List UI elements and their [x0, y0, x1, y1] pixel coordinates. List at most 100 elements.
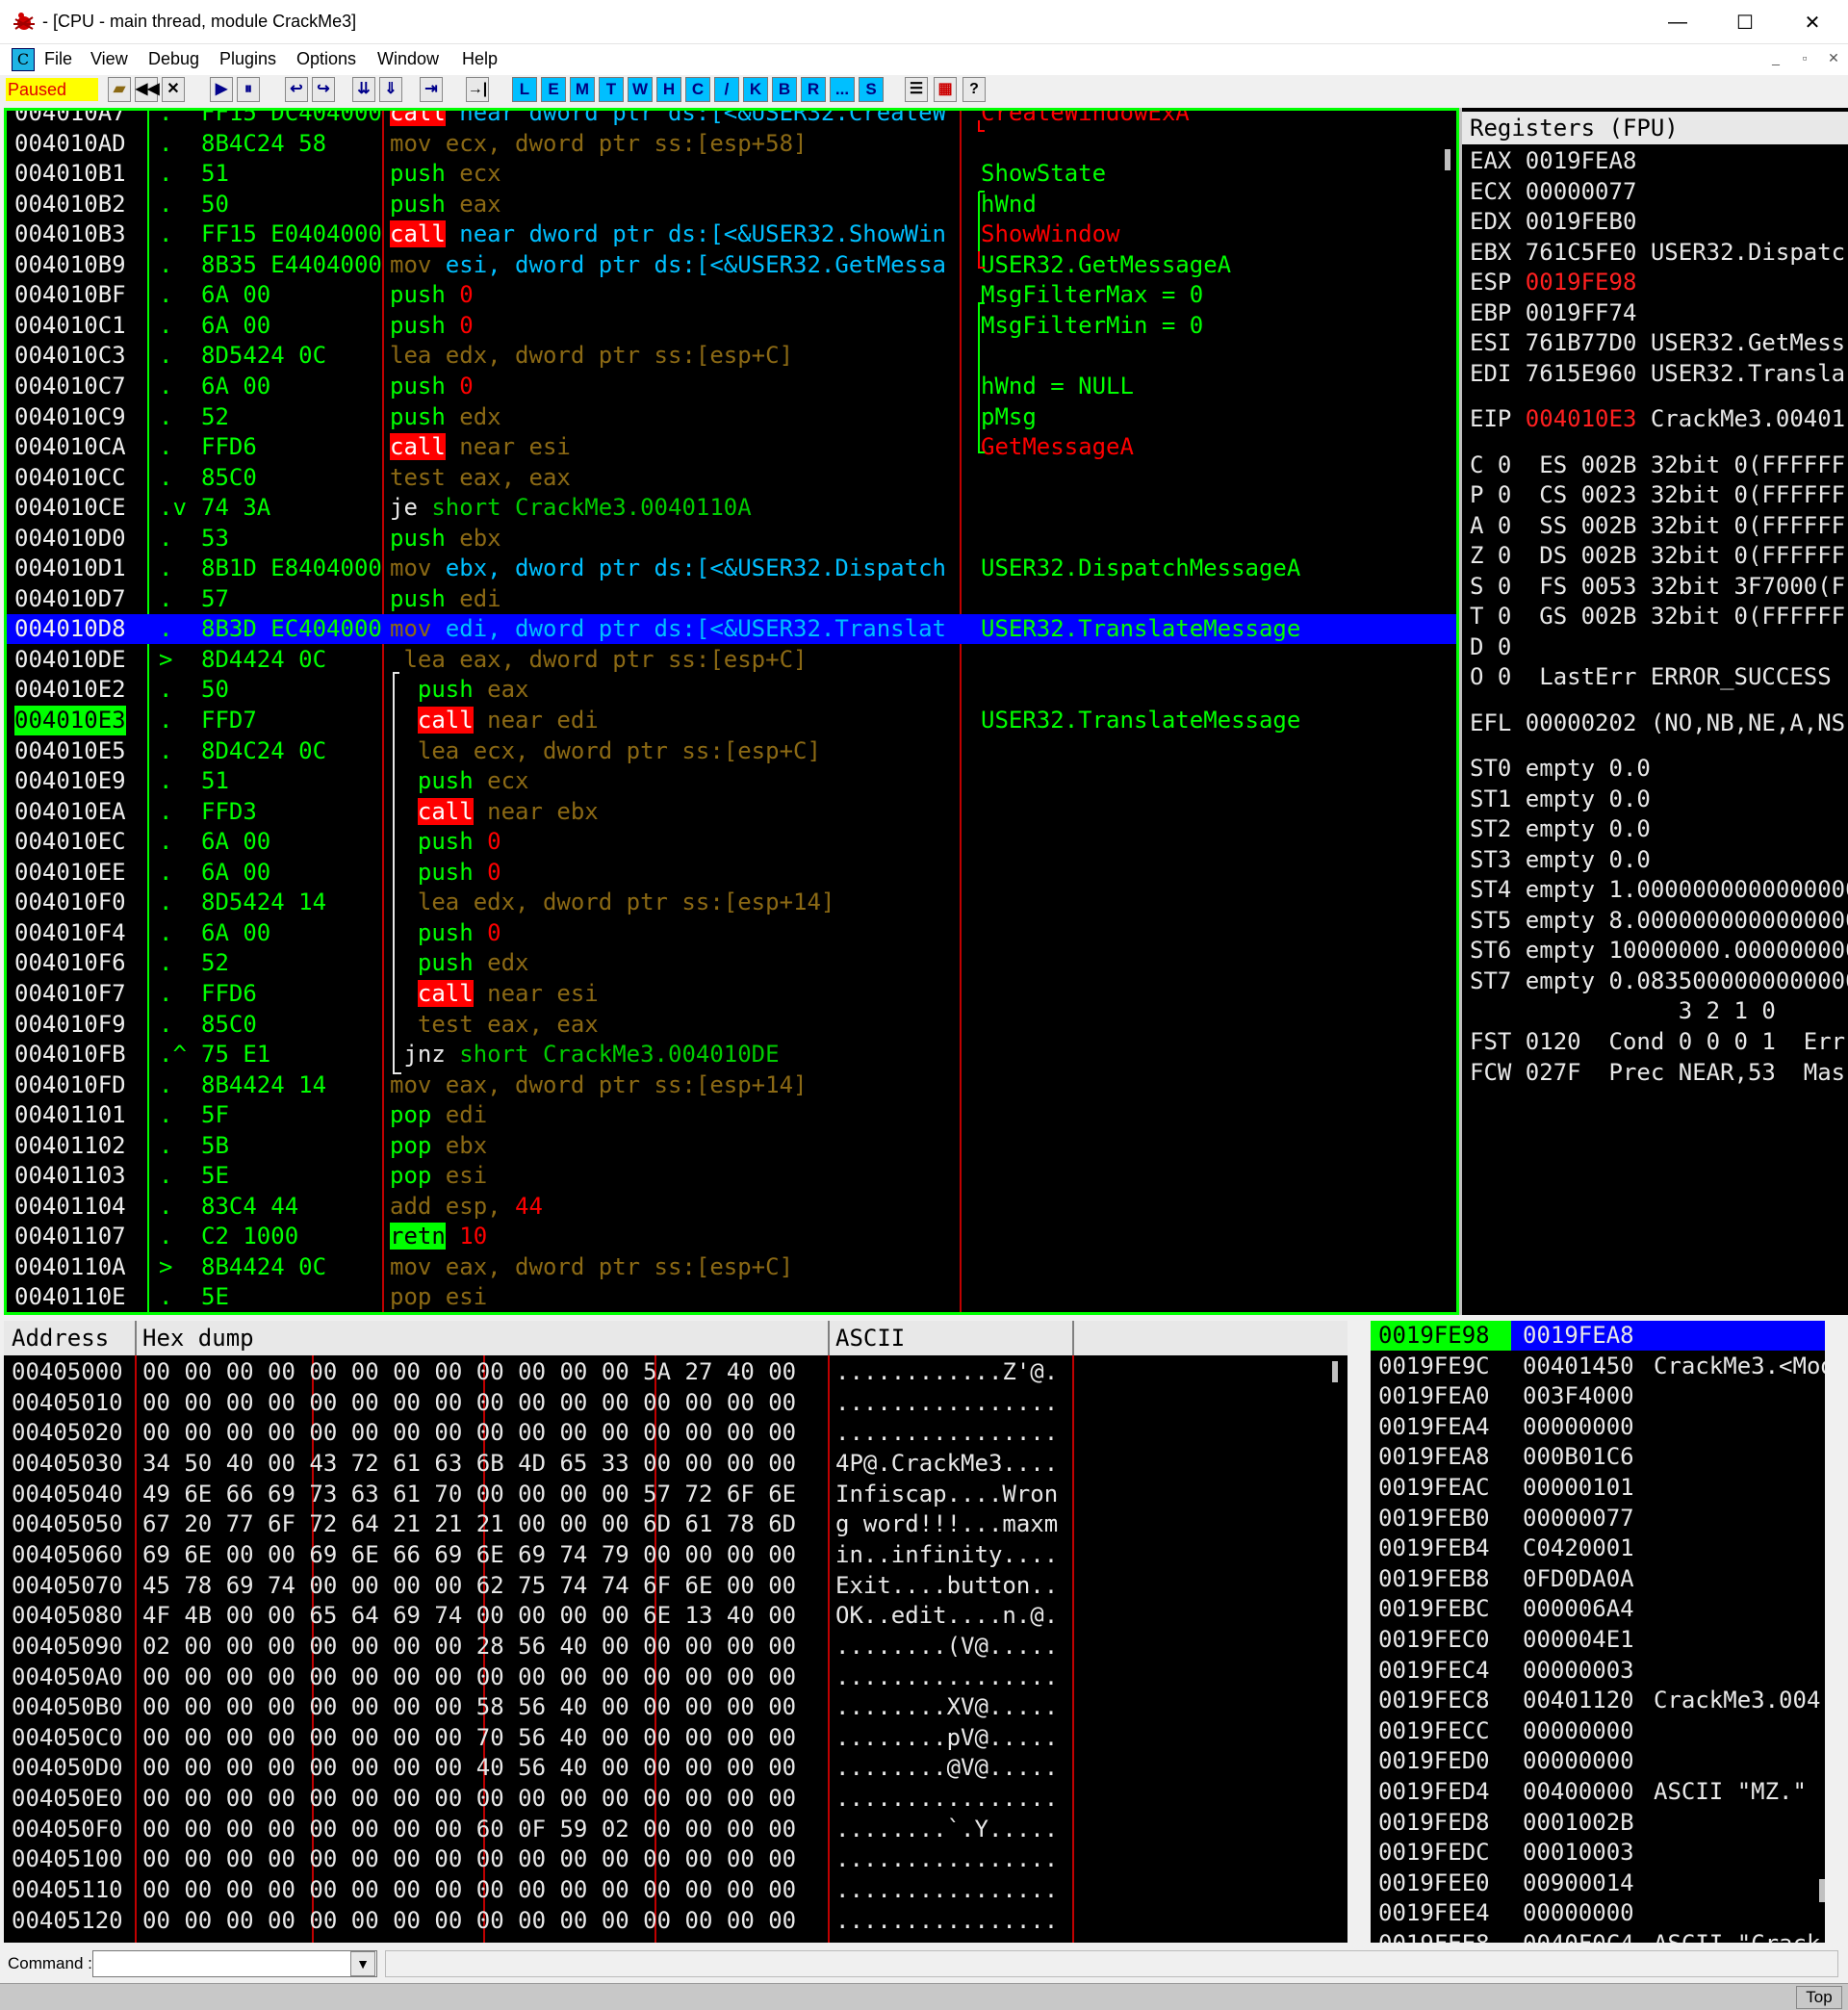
- stack-scrollbar[interactable]: [1819, 1879, 1825, 1902]
- source-window-button[interactable]: S: [859, 77, 884, 102]
- menu-help[interactable]: Help: [462, 49, 498, 69]
- menu-window[interactable]: Window: [377, 49, 439, 69]
- register-row[interactable]: ST4 empty 1.00000000000000000: [1470, 875, 1848, 905]
- register-row[interactable]: C 0 ES 002B 32bit 0(FFFFFF: [1470, 451, 1845, 480]
- register-row[interactable]: ST0 empty 0.0: [1470, 754, 1651, 784]
- stack-row[interactable]: 0019FEE0 00900014: [1371, 1868, 1825, 1898]
- open-icon[interactable]: ▰: [108, 77, 131, 102]
- registers-pane[interactable]: Registers (FPU) EAX 0019FEA8 ECX 00000077…: [1459, 108, 1848, 1315]
- register-row[interactable]: ST5 empty 8.00000000000000000: [1470, 906, 1848, 936]
- register-row[interactable]: EAX 0019FEA8: [1470, 146, 1636, 176]
- register-row[interactable]: ST7 empty 0.08350000000000000: [1470, 966, 1848, 996]
- step-into-icon[interactable]: ↩: [285, 77, 308, 102]
- stack-row[interactable]: 0019FEE4 00000000: [1371, 1898, 1825, 1928]
- run-trace-window-button[interactable]: ...: [830, 77, 855, 102]
- appearance-list-icon[interactable]: ☰: [905, 77, 928, 102]
- handles-window-button[interactable]: H: [656, 77, 681, 102]
- help-icon[interactable]: ?: [962, 77, 986, 102]
- trace-over-icon[interactable]: ⇓: [379, 77, 402, 102]
- dump-header-ascii[interactable]: ASCII: [835, 1323, 905, 1353]
- register-row[interactable]: EDI 7615E960 USER32.Transla: [1470, 359, 1845, 389]
- windows-window-button[interactable]: W: [628, 77, 653, 102]
- dump-scrollbar[interactable]: [1332, 1361, 1338, 1382]
- stack-row[interactable]: 0019FEDC 00010003: [1371, 1838, 1825, 1868]
- register-row[interactable]: P 0 CS 0023 32bit 0(FFFFFF: [1470, 480, 1845, 510]
- register-row[interactable]: ESP 0019FE98: [1470, 268, 1636, 297]
- go-to-icon[interactable]: →|: [466, 77, 489, 102]
- cpu-window-button[interactable]: C: [685, 77, 710, 102]
- menu-plugins[interactable]: Plugins: [219, 49, 276, 69]
- stack-row[interactable]: 0019FECC 00000000: [1371, 1716, 1825, 1746]
- dump-header-hex[interactable]: Hex dump: [142, 1323, 254, 1353]
- patches-window-button[interactable]: /: [714, 77, 739, 102]
- stack-row[interactable]: 0019FEB4 C0420001: [1371, 1533, 1825, 1563]
- menu-debug[interactable]: Debug: [148, 49, 199, 69]
- run-icon[interactable]: ▶: [210, 77, 233, 102]
- register-row[interactable]: ECX 00000077: [1470, 177, 1636, 207]
- close-program-icon[interactable]: ✕: [162, 77, 185, 102]
- mdi-close-button[interactable]: ✕: [1823, 50, 1844, 67]
- stack-row[interactable]: 0019FEA4 00000000: [1371, 1412, 1825, 1442]
- stack-row[interactable]: 0019FEC8 00401120 CrackMe3.004: [1371, 1686, 1825, 1715]
- threads-window-button[interactable]: T: [599, 77, 624, 102]
- stack-row[interactable]: 0019FEBC 000006A4: [1371, 1594, 1825, 1624]
- register-row[interactable]: ST1 empty 0.0: [1470, 785, 1651, 814]
- mdi-minimize-button[interactable]: _: [1765, 50, 1786, 67]
- register-row[interactable]: D 0: [1470, 632, 1511, 662]
- register-row[interactable]: FCW 027F Prec NEAR,53 Mas: [1470, 1058, 1845, 1088]
- stack-row[interactable]: 0019FED0 00000000: [1371, 1746, 1825, 1776]
- register-row[interactable]: ST3 empty 0.0: [1470, 845, 1651, 875]
- command-input[interactable]: [92, 1950, 377, 1977]
- minimize-button[interactable]: —: [1644, 0, 1711, 44]
- maximize-button[interactable]: ☐: [1711, 0, 1779, 44]
- log-window-button[interactable]: L: [512, 77, 537, 102]
- colors-grid-icon[interactable]: ▦: [934, 77, 957, 102]
- register-row[interactable]: EDX 0019FEB0: [1470, 207, 1636, 237]
- register-row[interactable]: EBP 0019FF74: [1470, 298, 1636, 328]
- registers-header[interactable]: Registers (FPU): [1462, 112, 1848, 144]
- register-row[interactable]: EFL 00000202 (NO,NB,NE,A,NS: [1470, 709, 1845, 738]
- stack-row[interactable]: 0019FEA8 000B01C6: [1371, 1442, 1825, 1472]
- stack-row[interactable]: 0019FEC0 000004E1: [1371, 1625, 1825, 1655]
- step-over-icon[interactable]: ↪: [312, 77, 335, 102]
- call-stack-window-button[interactable]: K: [743, 77, 768, 102]
- register-row[interactable]: ESI 761B77D0 USER32.GetMess: [1470, 328, 1845, 358]
- dump-header-address[interactable]: Address: [12, 1323, 109, 1353]
- register-row[interactable]: EBX 761C5FE0 USER32.Dispatc: [1470, 238, 1845, 268]
- dump-header-divider[interactable]: [1072, 1321, 1074, 1355]
- register-row[interactable]: 3 2 1 0: [1470, 996, 1776, 1026]
- register-row[interactable]: S 0 FS 0053 32bit 3F7000(F: [1470, 572, 1845, 602]
- dump-header-divider[interactable]: [135, 1321, 137, 1355]
- references-window-button[interactable]: R: [801, 77, 826, 102]
- hex-dump-pane[interactable]: Address Hex dump ASCII 00405000 00 00 00 …: [4, 1321, 1348, 1943]
- stack-row[interactable]: 0019FEE8 0040F0C4 ASCII "Crack: [1371, 1929, 1825, 1943]
- stack-row[interactable]: 0019FE9C 00401450 CrackMe3.<Mod: [1371, 1352, 1825, 1381]
- stack-pane[interactable]: 0019FE98 0019FEA8 0019FE9C 00401450 CrackMe3…: [1371, 1321, 1825, 1943]
- menu-options[interactable]: Options: [296, 49, 356, 69]
- pause-icon[interactable]: ⏸: [237, 77, 260, 102]
- menu-view[interactable]: View: [90, 49, 128, 69]
- disassembly-pane[interactable]: 004010A7. FF15 DC404000 call near dword pt…: [4, 108, 1459, 1315]
- stack-row[interactable]: 0019FED8 0001002B: [1371, 1808, 1825, 1838]
- menu-file[interactable]: File: [44, 49, 72, 69]
- register-row[interactable]: FST 0120 Cond 0 0 0 1 Err: [1470, 1027, 1845, 1057]
- close-button[interactable]: ✕: [1779, 0, 1846, 44]
- stack-row[interactable]: 0019FEA0 003F4000: [1371, 1381, 1825, 1411]
- register-row[interactable]: T 0 GS 002B 32bit 0(FFFFFF: [1470, 602, 1845, 631]
- register-row[interactable]: Z 0 DS 002B 32bit 0(FFFFFF: [1470, 541, 1845, 571]
- restart-icon[interactable]: ◀◀: [135, 77, 160, 102]
- stack-row[interactable]: 0019FEB8 0FD0DA0A: [1371, 1564, 1825, 1594]
- chevron-down-icon[interactable]: ▼: [350, 1951, 375, 1976]
- dump-header-divider[interactable]: [828, 1321, 830, 1355]
- register-row[interactable]: ST2 empty 0.0: [1470, 814, 1651, 844]
- register-row[interactable]: ST6 empty 10000000.000000000: [1470, 936, 1848, 966]
- mdi-restore-button[interactable]: ▫: [1794, 50, 1815, 67]
- cpu-window-icon[interactable]: C: [12, 48, 35, 71]
- register-row[interactable]: A 0 SS 002B 32bit 0(FFFFFF: [1470, 511, 1845, 541]
- execute-till-return-icon[interactable]: ⇥: [420, 77, 443, 102]
- trace-into-icon[interactable]: ⇊: [352, 77, 375, 102]
- disassembly-scrollbar[interactable]: [1445, 149, 1450, 170]
- memory-window-button[interactable]: M: [570, 77, 595, 102]
- stack-row[interactable]: 0019FEC4 00000003: [1371, 1656, 1825, 1686]
- stack-row[interactable]: 0019FE98 0019FEA8: [1371, 1321, 1825, 1351]
